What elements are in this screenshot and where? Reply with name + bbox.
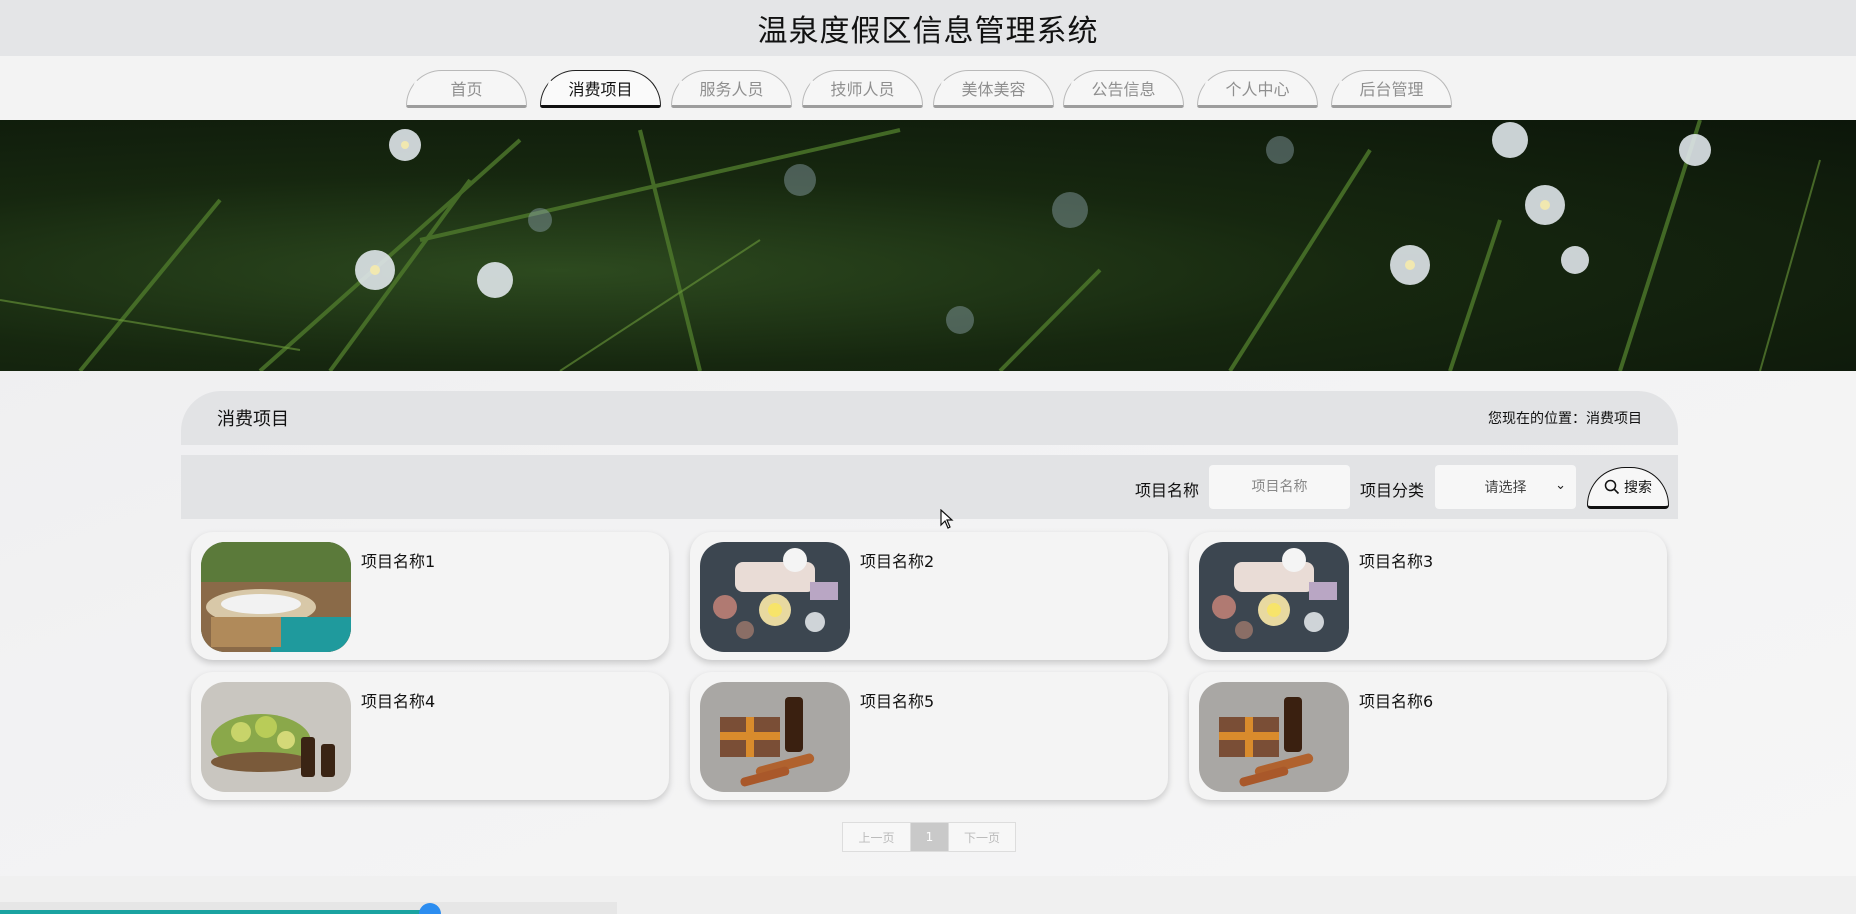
- nav-item-technicians[interactable]: 技师人员: [802, 70, 923, 108]
- item-card[interactable]: 项目名称3: [1189, 532, 1667, 660]
- search-icon: [1604, 479, 1620, 495]
- chevron-down-icon: ⌄: [1555, 478, 1566, 493]
- item-image-spa-stones-candles[interactable]: [1199, 542, 1349, 652]
- item-name-input[interactable]: [1209, 465, 1350, 509]
- item-name[interactable]: 项目名称6: [1359, 688, 1433, 712]
- site-title: 温泉度假区信息管理系统: [757, 14, 1099, 49]
- nav-item-consumption-items[interactable]: 消费项目: [540, 70, 661, 108]
- item-card[interactable]: 项目名称2: [690, 532, 1168, 660]
- item-image-hot-spring-pool[interactable]: [201, 542, 351, 652]
- item-name[interactable]: 项目名称4: [361, 688, 435, 712]
- item-category-value: 请选择: [1484, 480, 1527, 496]
- item-image-spa-stones-candles[interactable]: [700, 542, 850, 652]
- nav-item-beauty[interactable]: 美体美容: [933, 70, 1054, 108]
- search-button[interactable]: 搜索: [1587, 467, 1669, 509]
- next-page-button[interactable]: 下一页: [949, 823, 1015, 851]
- main-nav: 首页 消费项目 服务人员 技师人员 美体美容 公告信息 个人中心 后台管理: [0, 56, 1856, 120]
- item-name[interactable]: 项目名称1: [361, 548, 435, 572]
- search-bar: 项目名称 项目分类 请选择 ⌄ 搜索: [181, 455, 1678, 519]
- breadcrumb: 您现在的位置： 消费项目: [1488, 408, 1642, 428]
- item-name-label: 项目名称: [1135, 481, 1200, 500]
- item-card[interactable]: 项目名称5: [690, 672, 1168, 800]
- item-image-soap-cinnamon-oil[interactable]: [700, 682, 850, 792]
- search-button-label: 搜索: [1624, 480, 1652, 496]
- prev-page-button[interactable]: 上一页: [843, 823, 911, 851]
- item-image-herbs-essential-oils[interactable]: [201, 682, 351, 792]
- nav-item-home[interactable]: 首页: [406, 70, 527, 108]
- bottom-slider-fill: [0, 910, 430, 914]
- nav-item-personal-center[interactable]: 个人中心: [1197, 70, 1318, 108]
- item-name[interactable]: 项目名称3: [1359, 548, 1433, 572]
- pagination: 上一页 1 下一页: [842, 822, 1016, 852]
- section-header: 消费项目 您现在的位置： 消费项目: [181, 391, 1678, 445]
- mouse-cursor-icon: [940, 508, 954, 533]
- current-page[interactable]: 1: [911, 823, 949, 851]
- breadcrumb-current[interactable]: 消费项目: [1586, 408, 1642, 428]
- item-card[interactable]: 项目名称6: [1189, 672, 1667, 800]
- item-image-soap-cinnamon-oil[interactable]: [1199, 682, 1349, 792]
- item-name[interactable]: 项目名称5: [860, 688, 934, 712]
- nav-item-admin[interactable]: 后台管理: [1331, 70, 1452, 108]
- item-category-label: 项目分类: [1360, 481, 1425, 500]
- hero-banner: [0, 120, 1856, 371]
- top-header: 温泉度假区信息管理系统: [0, 0, 1856, 56]
- section-title: 消费项目: [217, 409, 289, 430]
- nav-item-service-staff[interactable]: 服务人员: [671, 70, 792, 108]
- item-name[interactable]: 项目名称2: [860, 548, 934, 572]
- flower-banner-image: [0, 120, 1821, 371]
- item-category-select[interactable]: 请选择 ⌄: [1435, 465, 1576, 509]
- breadcrumb-prefix: 您现在的位置：: [1488, 411, 1586, 427]
- nav-item-announcements[interactable]: 公告信息: [1063, 70, 1184, 108]
- item-card[interactable]: 项目名称4: [191, 672, 669, 800]
- item-card[interactable]: 项目名称1: [191, 532, 669, 660]
